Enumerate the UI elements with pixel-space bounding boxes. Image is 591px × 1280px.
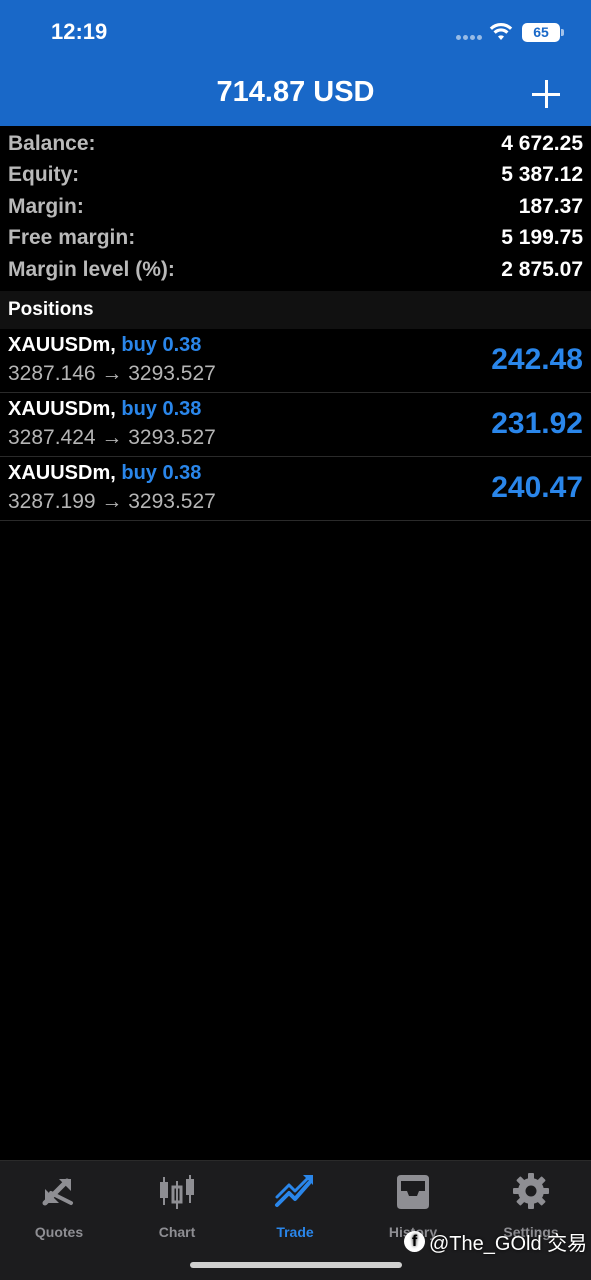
position-profit: 231.92 <box>491 407 583 440</box>
position-profit: 240.47 <box>491 471 583 504</box>
facebook-icon: f <box>404 1231 425 1252</box>
watermark: f @The_GOld 交易 <box>404 1227 587 1256</box>
position-symbol: XAUUSDm, <box>8 334 116 356</box>
summary-value: 2 875.07 <box>501 257 583 281</box>
summary-label: Margin: <box>8 194 84 218</box>
position-prices: 3287.424 → 3293.527 <box>8 426 216 449</box>
summary-value: 4 672.25 <box>501 131 583 155</box>
position-row[interactable]: XAUUSDm, buy 0.38 3287.146 → 3293.527 24… <box>0 329 591 393</box>
position-profit: 242.48 <box>491 343 583 376</box>
summary-value: 187.37 <box>518 194 583 218</box>
positions-list: XAUUSDm, buy 0.38 3287.146 → 3293.527 24… <box>0 329 591 521</box>
chart-icon <box>160 1175 194 1209</box>
positions-header: Positions <box>0 291 591 329</box>
top-header: 12:19 65 714.87 USD <box>0 0 591 126</box>
tab-chart[interactable]: Chart <box>118 1169 236 1240</box>
summary-value: 5 199.75 <box>501 226 583 250</box>
summary-label: Balance: <box>8 131 96 155</box>
tab-label: Trade <box>276 1224 314 1240</box>
history-icon <box>397 1175 429 1209</box>
summary-label: Free margin: <box>8 226 136 250</box>
summary-label: Margin level (%): <box>8 257 175 281</box>
position-type: buy 0.38 <box>121 398 202 420</box>
summary-row-margin-level: Margin level (%): 2 875.07 <box>0 254 591 286</box>
tab-trade[interactable]: Trade <box>236 1169 354 1240</box>
position-prices: 3287.199 → 3293.527 <box>8 490 216 513</box>
position-prices: 3287.146 → 3293.527 <box>8 362 216 385</box>
quotes-icon <box>42 1178 73 1206</box>
position-row[interactable]: XAUUSDm, buy 0.38 3287.424 → 3293.527 23… <box>0 393 591 457</box>
wifi-icon <box>489 22 513 40</box>
home-indicator[interactable] <box>190 1262 402 1268</box>
add-icon[interactable] <box>530 78 562 110</box>
position-symbol: XAUUSDm, <box>8 398 116 420</box>
summary-row-free-margin: Free margin: 5 199.75 <box>0 223 591 255</box>
watermark-text: @The_GOld 交易 <box>429 1233 588 1255</box>
position-symbol: XAUUSDm, <box>8 462 116 484</box>
position-type: buy 0.38 <box>121 462 202 484</box>
summary-label: Equity: <box>8 163 80 187</box>
summary-row-balance: Balance: 4 672.25 <box>0 128 591 160</box>
summary-value: 5 387.12 <box>501 163 583 187</box>
trade-icon <box>275 1175 313 1207</box>
position-type: buy 0.38 <box>121 334 202 356</box>
position-row[interactable]: XAUUSDm, buy 0.38 3287.199 → 3293.527 24… <box>0 457 591 521</box>
summary-row-equity: Equity: 5 387.12 <box>0 160 591 192</box>
tab-quotes[interactable]: Quotes <box>0 1169 118 1240</box>
battery-icon: 65 <box>522 23 564 42</box>
tab-label: Quotes <box>34 1224 84 1240</box>
summary-row-margin: Margin: 187.37 <box>0 191 591 223</box>
status-time: 12:19 <box>51 19 108 44</box>
account-total: 714.87 USD <box>216 76 375 108</box>
account-summary: Balance: 4 672.25 Equity: 5 387.12 Margi… <box>0 128 591 286</box>
settings-icon <box>513 1173 549 1209</box>
tab-label: Chart <box>158 1224 196 1240</box>
signal-icon <box>456 35 482 40</box>
